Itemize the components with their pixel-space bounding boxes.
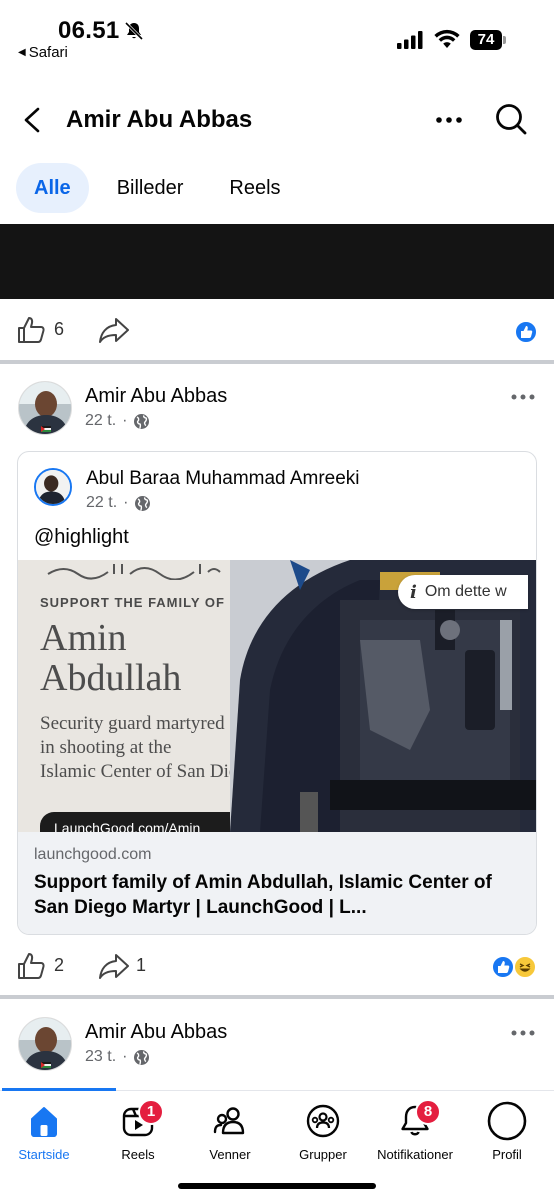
shared-author-avatar[interactable] [34, 468, 72, 506]
post-separator [0, 995, 554, 999]
home-icon [31, 1107, 57, 1137]
wifi-icon [434, 29, 460, 48]
nav-profil[interactable]: Profil [453, 1101, 554, 1162]
arabic-calligraphy [47, 564, 221, 580]
shared-post-card[interactable]: Abul Baraa Muhammad Amreeki 22 t. · @hig… [17, 451, 537, 935]
globe-icon [135, 495, 151, 511]
status-time: 06.51 [58, 17, 120, 44]
link-preview-meta[interactable]: launchgood.com Support family of Amin Ab… [18, 832, 536, 934]
meta-dot: · [122, 1048, 128, 1065]
share-icon[interactable] [98, 951, 130, 981]
avatar[interactable] [18, 381, 72, 435]
post-meta: 23 t. · [85, 1048, 150, 1066]
battery-indicator: 74 [470, 30, 506, 50]
page-header: Amir Abu Abbas [0, 92, 554, 148]
page-title: Amir Abu Abbas [66, 106, 253, 133]
battery-level: 74 [470, 30, 502, 50]
link-title: Support family of Amin Abdullah, Islamic… [34, 872, 492, 918]
author-name[interactable]: Amir Abu Abbas [85, 1021, 227, 1044]
home-indicator[interactable] [178, 1183, 376, 1189]
meta-dot: · [122, 412, 128, 429]
more-options-icon[interactable] [434, 110, 464, 130]
shared-post-time[interactable]: 22 t. [86, 494, 117, 512]
friends-icon [213, 1107, 245, 1135]
image-name-line2: Abdullah [40, 657, 182, 699]
post-meta: 22 t. · [85, 412, 150, 430]
like-count: 2 [54, 955, 65, 975]
nav-label: Venner [209, 1147, 251, 1162]
image-support-line: SUPPORT THE FAMILY OF [40, 595, 225, 610]
battery-tip [503, 36, 506, 44]
back-to-safari[interactable]: ◀ Safari [18, 44, 68, 61]
like-count: 6 [54, 319, 65, 339]
link-preview-image[interactable]: SUPPORT THE FAMILY OF Amin Abdullah Secu… [18, 560, 536, 832]
tab-reels[interactable]: Reels [211, 163, 298, 213]
back-triangle-icon: ◀ [18, 47, 26, 58]
reaction-haha-icon[interactable] [513, 955, 537, 979]
status-bar: 06.51 ◀ Safari 74 [0, 0, 554, 72]
post-more-icon[interactable] [510, 1027, 536, 1039]
post-media-black[interactable] [0, 224, 554, 299]
info-icon: i [410, 581, 417, 603]
ad-info-button[interactable]: i Om dette w [398, 575, 528, 609]
link-domain: launchgood.com [34, 846, 152, 863]
image-name-line1: Amin [40, 617, 127, 659]
reels-badge: 1 [138, 1099, 164, 1125]
groups-icon [306, 1104, 340, 1138]
post-text[interactable]: @highlight [34, 526, 129, 549]
image-name: Amin Abdullah [40, 618, 181, 698]
post-time[interactable]: 23 t. [85, 1048, 116, 1066]
signal-icon [397, 31, 423, 49]
ad-info-label: Om dette w [424, 583, 507, 600]
like-icon[interactable] [16, 315, 46, 345]
nav-active-indicator [2, 1088, 116, 1091]
notifications-badge: 8 [415, 1099, 441, 1125]
post-action-row: 6 [0, 307, 554, 353]
post-more-icon[interactable] [510, 391, 536, 403]
shared-author-name[interactable]: Abul Baraa Muhammad Amreeki [86, 468, 360, 490]
post-time[interactable]: 22 t. [85, 412, 116, 430]
tab-alle[interactable]: Alle [16, 163, 89, 213]
profile-icon [487, 1101, 527, 1141]
shared-meta-dot: · [123, 494, 129, 511]
image-url-pill: LaunchGood.com/Amin [40, 812, 260, 832]
share-count: 1 [136, 955, 147, 975]
avatar[interactable] [18, 1017, 72, 1071]
nav-venner[interactable]: Venner [176, 1101, 284, 1162]
like-icon[interactable] [16, 951, 46, 981]
reaction-like-icon[interactable] [514, 320, 538, 344]
globe-icon [134, 1049, 150, 1065]
back-app-label: Safari [28, 44, 68, 61]
bottom-nav: Startside 1 Reels Venner Grupper 8 Notif… [0, 1088, 554, 1180]
filter-tabs: Alle Billeder Reels [16, 162, 309, 214]
author-name[interactable]: Amir Abu Abbas [85, 385, 227, 408]
back-chevron-icon[interactable] [20, 106, 44, 134]
bell-off-icon [124, 21, 144, 41]
search-icon[interactable] [494, 102, 528, 136]
post-header: Amir Abu Abbas 22 t. · [0, 381, 554, 445]
nav-label: Profil [492, 1147, 522, 1162]
post-separator [0, 360, 554, 364]
reaction-like-icon[interactable] [491, 955, 515, 979]
post-action-row: 2 1 [0, 943, 554, 989]
globe-icon [134, 413, 150, 429]
share-icon[interactable] [98, 315, 130, 345]
next-post-header: Amir Abu Abbas 23 t. · [0, 1017, 554, 1081]
shared-post-meta: 22 t. · [86, 494, 151, 512]
tab-billeder[interactable]: Billeder [99, 163, 202, 213]
